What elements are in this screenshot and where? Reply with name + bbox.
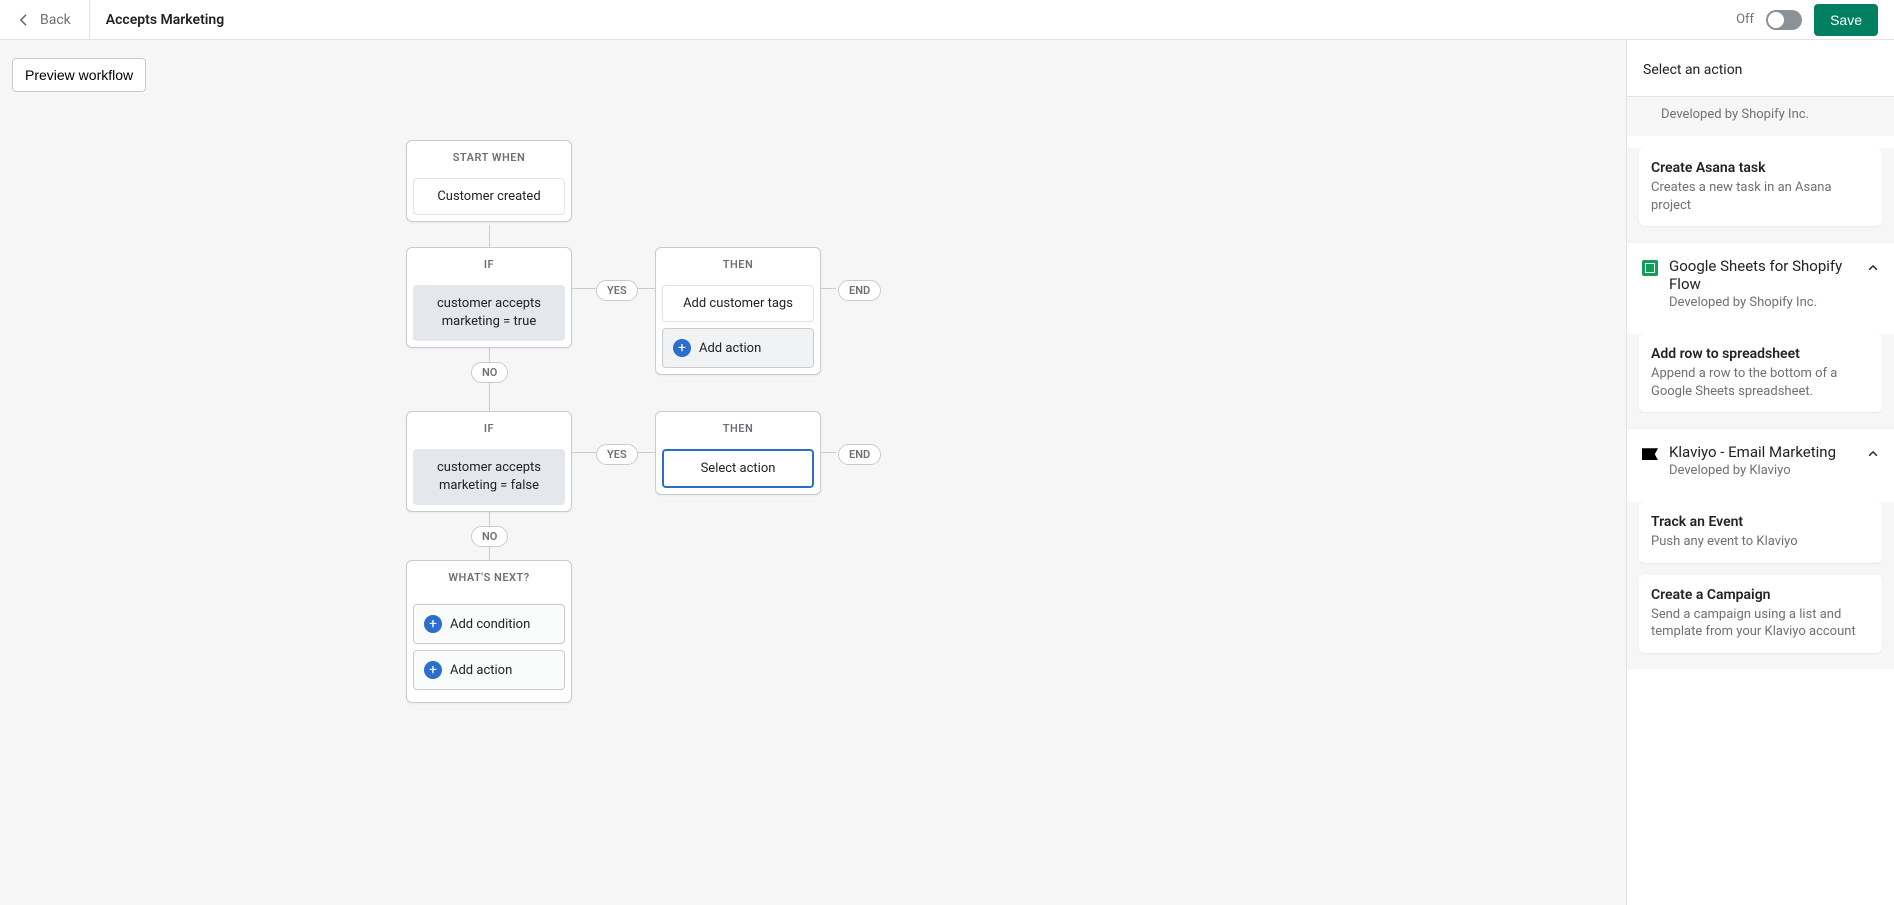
page-title: Accepts Marketing bbox=[106, 12, 224, 28]
action-title: Add row to spreadsheet bbox=[1651, 346, 1870, 362]
action-desc: Send a campaign using a list and templat… bbox=[1651, 606, 1870, 641]
status-toggle[interactable] bbox=[1766, 10, 1802, 30]
plus-icon: + bbox=[424, 615, 442, 633]
main: Preview workflow Start When Customer cre… bbox=[0, 40, 1894, 905]
topbar: Back Accepts Marketing Off Save bbox=[0, 0, 1894, 40]
group-dev: Developed by Shopify Inc. bbox=[1669, 295, 1856, 310]
node-if-2[interactable]: If customer accepts marketing = false bbox=[406, 411, 572, 512]
group-title-wrap: Klaviyo - Email Marketing Developed by K… bbox=[1669, 443, 1856, 478]
node-header-if: If bbox=[407, 412, 571, 443]
group-section: Add row to spreadsheet Append a row to t… bbox=[1627, 334, 1894, 428]
add-condition-button[interactable]: + Add condition bbox=[413, 604, 565, 644]
action-desc: Creates a new task in an Asana project bbox=[1651, 179, 1870, 214]
label-yes-2: Yes bbox=[596, 444, 638, 465]
connector bbox=[821, 452, 836, 453]
node-body: + Add condition + Add action bbox=[407, 592, 571, 702]
toggle-knob bbox=[1768, 12, 1784, 28]
sidebar-header: Select an action bbox=[1627, 40, 1894, 97]
node-start[interactable]: Start When Customer created bbox=[406, 140, 572, 222]
add-condition-label: Add condition bbox=[450, 617, 530, 632]
add-action-label: Add action bbox=[450, 663, 512, 678]
back-button[interactable]: Back bbox=[16, 0, 90, 40]
google-sheets-icon bbox=[1641, 259, 1659, 277]
add-action-label: Add action bbox=[699, 341, 761, 356]
label-no-2: No bbox=[471, 526, 508, 547]
back-label: Back bbox=[40, 12, 71, 28]
group-title-wrap: Google Sheets for Shopify Flow Developed… bbox=[1669, 257, 1856, 310]
plus-icon: + bbox=[424, 661, 442, 679]
add-action-button-2[interactable]: + Add action bbox=[413, 650, 565, 690]
save-button[interactable]: Save bbox=[1814, 4, 1878, 36]
plus-icon: + bbox=[673, 339, 691, 357]
group-klaviyo[interactable]: Klaviyo - Email Marketing Developed by K… bbox=[1627, 428, 1894, 490]
node-header-whats-next: What's Next? bbox=[407, 561, 571, 592]
label-yes-1: Yes bbox=[596, 280, 638, 301]
node-whats-next[interactable]: What's Next? + Add condition + Add actio… bbox=[406, 560, 572, 703]
action-add-customer-tags[interactable]: Add customer tags bbox=[662, 285, 814, 322]
trigger-customer-created[interactable]: Customer created bbox=[413, 178, 565, 215]
group-dev: Developed by Klaviyo bbox=[1669, 463, 1856, 478]
node-body: customer accepts marketing = true bbox=[407, 279, 571, 347]
node-then-1[interactable]: Then Add customer tags + Add action bbox=[655, 247, 821, 375]
group-section: Create Asana task Creates a new task in … bbox=[1627, 148, 1894, 242]
label-end-1: End bbox=[838, 280, 881, 301]
action-sidebar: Select an action Developed by Shopify In… bbox=[1626, 40, 1894, 905]
klaviyo-icon bbox=[1641, 445, 1659, 463]
chevron-up-icon bbox=[1866, 261, 1880, 275]
group-google-sheets[interactable]: Google Sheets for Shopify Flow Developed… bbox=[1627, 242, 1894, 322]
topbar-right: Off Save bbox=[1736, 4, 1878, 36]
add-action-button-1[interactable]: + Add action bbox=[662, 328, 814, 368]
node-body: Customer created bbox=[407, 172, 571, 221]
node-header-then: Then bbox=[656, 248, 820, 279]
group-title: Klaviyo - Email Marketing bbox=[1669, 443, 1856, 461]
action-add-row-spreadsheet[interactable]: Add row to spreadsheet Append a row to t… bbox=[1639, 334, 1882, 412]
developed-by-shopify-top: Developed by Shopify Inc. bbox=[1627, 97, 1894, 136]
node-body: Select action bbox=[656, 443, 820, 494]
action-track-event[interactable]: Track an Event Push any event to Klaviyo bbox=[1639, 502, 1882, 563]
workflow-canvas[interactable]: Preview workflow Start When Customer cre… bbox=[0, 40, 1626, 905]
action-desc: Push any event to Klaviyo bbox=[1651, 533, 1870, 551]
node-header-start: Start When bbox=[407, 141, 571, 172]
action-desc: Append a row to the bottom of a Google S… bbox=[1651, 365, 1870, 400]
action-create-asana-task[interactable]: Create Asana task Creates a new task in … bbox=[1639, 148, 1882, 226]
node-header-if: If bbox=[407, 248, 571, 279]
connector bbox=[821, 288, 836, 289]
group-section: Track an Event Push any event to Klaviyo… bbox=[1627, 502, 1894, 669]
chevron-up-icon bbox=[1866, 447, 1880, 461]
label-end-2: End bbox=[838, 444, 881, 465]
action-create-campaign[interactable]: Create a Campaign Send a campaign using … bbox=[1639, 575, 1882, 653]
condition-accepts-marketing-false[interactable]: customer accepts marketing = false bbox=[413, 449, 565, 505]
action-title: Track an Event bbox=[1651, 514, 1870, 530]
action-title: Create Asana task bbox=[1651, 160, 1870, 176]
preview-workflow-button[interactable]: Preview workflow bbox=[12, 58, 146, 92]
topbar-left: Back Accepts Marketing bbox=[16, 0, 224, 40]
group-title: Google Sheets for Shopify Flow bbox=[1669, 257, 1856, 293]
node-body: customer accepts marketing = false bbox=[407, 443, 571, 511]
select-action-button[interactable]: Select action bbox=[662, 449, 814, 488]
node-header-then: Then bbox=[656, 412, 820, 443]
arrow-left-icon bbox=[16, 12, 32, 28]
node-if-1[interactable]: If customer accepts marketing = true bbox=[406, 247, 572, 348]
node-body: Add customer tags + Add action bbox=[656, 279, 820, 374]
toggle-off-label: Off bbox=[1736, 12, 1754, 27]
action-title: Create a Campaign bbox=[1651, 587, 1870, 603]
condition-accepts-marketing-true[interactable]: customer accepts marketing = true bbox=[413, 285, 565, 341]
label-no-1: No bbox=[471, 362, 508, 383]
node-then-2[interactable]: Then Select action bbox=[655, 411, 821, 495]
connector bbox=[489, 225, 490, 247]
